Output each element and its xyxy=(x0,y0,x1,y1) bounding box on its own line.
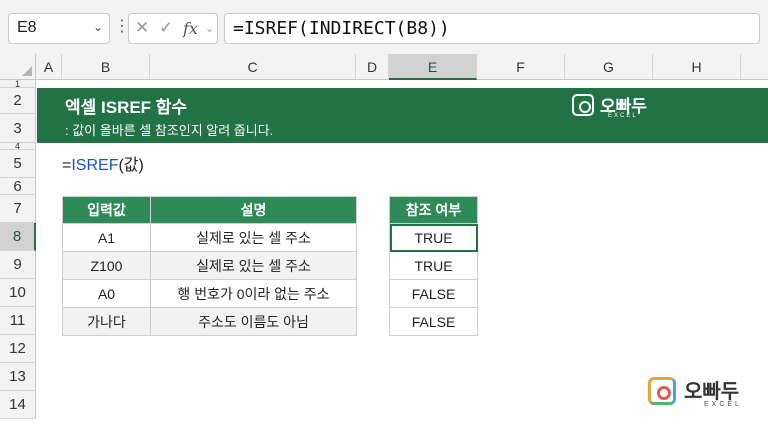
page-subtitle: : 값이 올바른 셀 참조인지 알려 줍니다. xyxy=(65,123,274,138)
input-cell[interactable]: Z100 xyxy=(62,251,151,280)
input-cell[interactable]: A1 xyxy=(62,223,151,252)
row-header-11[interactable]: 11 xyxy=(0,307,36,335)
formula-bar: E8 ⌄ ⋮ ✕ ✓ fx ⌄ =ISREF(INDIRECT(B8)) xyxy=(0,0,768,54)
table-row: TRUE xyxy=(389,223,478,252)
header-input[interactable]: 입력값 xyxy=(62,196,151,224)
table-row: FALSE xyxy=(389,307,478,336)
page-title: 엑셀 ISREF 함수 xyxy=(65,98,188,117)
header-description[interactable]: 설명 xyxy=(150,196,357,224)
logo-icon xyxy=(572,94,594,116)
chevron-down-icon[interactable]: ⌄ xyxy=(93,20,103,34)
result-cell[interactable]: TRUE xyxy=(389,251,478,280)
row-header-9[interactable]: 9 xyxy=(0,251,36,279)
row-header-12[interactable]: 12 xyxy=(0,335,36,363)
column-header-d[interactable]: D xyxy=(356,54,389,80)
row-header-2[interactable]: 2 xyxy=(0,88,36,114)
syntax-args: (값) xyxy=(118,157,144,174)
table-row: 가나다 주소도 이름도 아님 xyxy=(62,307,357,336)
table-row: FALSE xyxy=(389,279,478,308)
logo-icon xyxy=(648,377,676,405)
column-header-g[interactable]: G xyxy=(565,54,653,80)
result-cell[interactable]: FALSE xyxy=(389,307,478,336)
column-header-a[interactable]: A xyxy=(36,54,62,80)
row-header-5[interactable]: 5 xyxy=(0,150,36,178)
row-header-8[interactable]: 8 xyxy=(0,223,36,251)
row-header-7[interactable]: 7 xyxy=(0,195,36,223)
description-cell[interactable]: 실제로 있는 셀 주소 xyxy=(150,223,357,252)
title-banner: 엑셀 ISREF 함수 : 값이 올바른 셀 참조인지 알려 줍니다. 오빠두 … xyxy=(37,88,768,143)
cancel-icon[interactable]: ✕ xyxy=(135,18,149,38)
row-header-6[interactable]: 6 xyxy=(0,178,36,195)
banner-logo-sub: EXCEL xyxy=(608,113,638,119)
row-header-13[interactable]: 13 xyxy=(0,363,36,391)
row-header-10[interactable]: 10 xyxy=(0,279,36,307)
name-box-value: E8 xyxy=(17,19,37,36)
watermark-logo-sub: EXCEL xyxy=(704,401,742,408)
column-header-h[interactable]: H xyxy=(653,54,741,80)
chevron-down-icon[interactable]: ⌄ xyxy=(205,22,214,35)
syntax-prefix: = xyxy=(62,157,72,174)
column-header-more xyxy=(741,54,768,80)
table-row: Z100 실제로 있는 셀 주소 xyxy=(62,251,357,280)
input-table: 입력값 설명 A1 실제로 있는 셀 주소 Z100 실제로 있는 셀 주소 A… xyxy=(62,196,357,336)
input-cell[interactable]: A0 xyxy=(62,279,151,308)
column-header-c[interactable]: C xyxy=(150,54,356,80)
table-row: A0 행 번호가 0이라 없는 주소 xyxy=(62,279,357,308)
row-header-1[interactable]: 1 xyxy=(0,80,36,88)
function-syntax[interactable]: =ISREF(값) xyxy=(62,151,144,175)
formula-input[interactable]: =ISREF(INDIRECT(B8)) xyxy=(224,13,760,44)
input-cell[interactable]: 가나다 xyxy=(62,307,151,336)
formula-actions: ✕ ✓ fx ⌄ xyxy=(128,13,218,44)
insert-function-icon[interactable]: fx xyxy=(183,19,198,38)
result-cell-active[interactable]: TRUE xyxy=(389,223,478,252)
header-result[interactable]: 참조 여부 xyxy=(389,196,478,224)
table-row: A1 실제로 있는 셀 주소 xyxy=(62,223,357,252)
description-cell[interactable]: 행 번호가 0이라 없는 주소 xyxy=(150,279,357,308)
syntax-function: ISREF xyxy=(71,157,119,174)
description-cell[interactable]: 주소도 이름도 아님 xyxy=(150,307,357,336)
row-header-14[interactable]: 14 xyxy=(0,391,36,419)
name-box[interactable]: E8 ⌄ xyxy=(8,13,110,44)
enter-icon[interactable]: ✓ xyxy=(159,18,173,38)
worksheet-grid: A B C D E F G H 1 2 3 4 5 6 7 8 9 10 11 … xyxy=(0,54,768,432)
watermark-logo-text: 오빠두 xyxy=(684,381,740,403)
description-cell[interactable]: 실제로 있는 셀 주소 xyxy=(150,251,357,280)
result-cell[interactable]: FALSE xyxy=(389,279,478,308)
table-row: TRUE xyxy=(389,251,478,280)
column-header-f[interactable]: F xyxy=(477,54,565,80)
row-header-4[interactable]: 4 xyxy=(0,143,36,150)
column-header-e[interactable]: E xyxy=(389,54,477,80)
row-header-3[interactable]: 3 xyxy=(0,114,36,143)
column-header-b[interactable]: B xyxy=(62,54,150,80)
result-table: 참조 여부 TRUE TRUE FALSE FALSE xyxy=(389,196,478,336)
select-all-button[interactable] xyxy=(0,54,36,80)
